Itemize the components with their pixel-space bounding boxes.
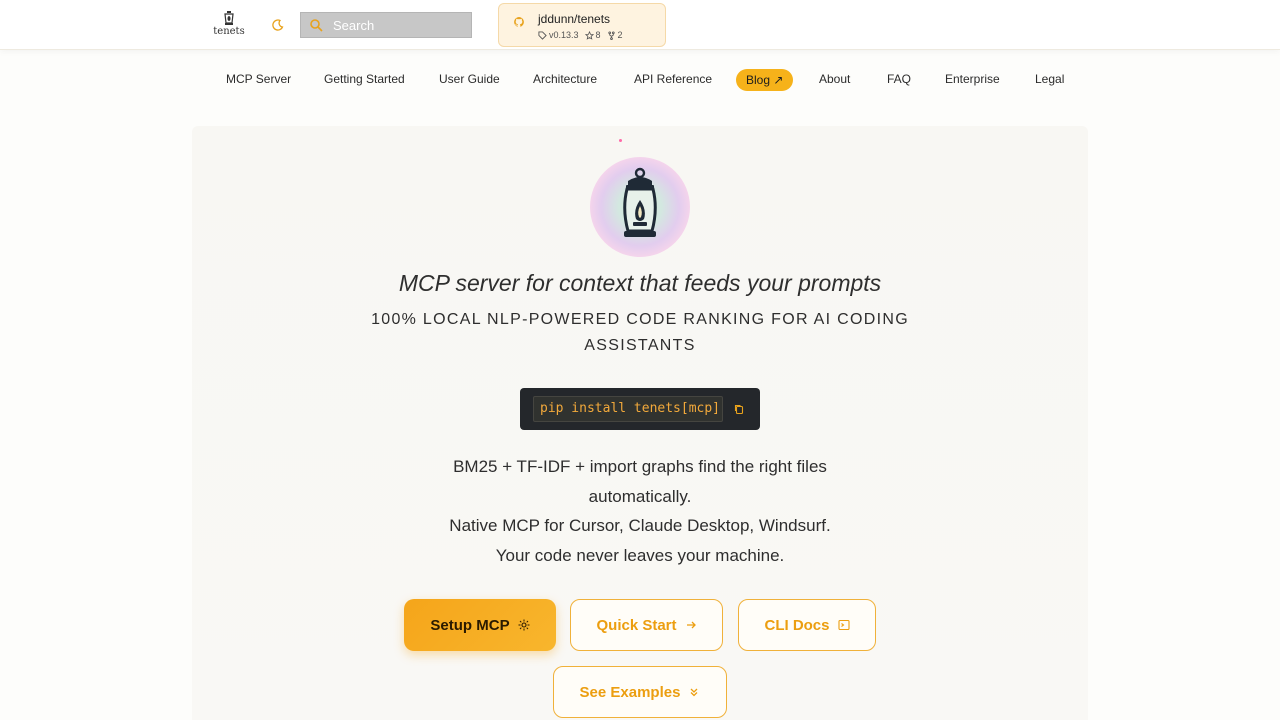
setup-mcp-button[interactable]: Setup MCP	[404, 599, 556, 651]
description-line: Your code never leaves your machine.	[495, 545, 785, 565]
github-icon	[514, 17, 524, 27]
theme-toggle-button[interactable]	[268, 15, 288, 35]
nav-item-about[interactable]: About	[819, 70, 850, 92]
search-input[interactable]	[333, 17, 463, 33]
hero-tagline: MCP server for context that feeds your p…	[398, 270, 882, 296]
repo-forks: 2	[607, 30, 623, 40]
site-logo[interactable]: tenets	[212, 10, 246, 40]
hero-description: BM25 + TF-IDF + import graphs find the r…	[400, 452, 880, 570]
quick-start-button[interactable]: Quick Start	[570, 599, 723, 651]
nav-item-blog[interactable]: Blog ↗	[736, 69, 794, 91]
nav-item-getting-started[interactable]: Getting Started	[324, 70, 405, 92]
hero-logo	[590, 157, 690, 257]
repo-version-text: v0.13.3	[549, 30, 579, 40]
arrow-right-icon	[686, 621, 696, 629]
terminal-icon	[837, 619, 850, 631]
copy-icon[interactable]	[733, 403, 745, 415]
quick-start-label: Quick Start	[596, 616, 677, 634]
cli-docs-button[interactable]: CLI Docs	[738, 599, 876, 651]
nav-item-architecture[interactable]: Architecture	[533, 70, 597, 92]
top-header: tenets jddunn/tenets v0.13.3 8	[0, 0, 1280, 50]
nav-item-legal[interactable]: Legal	[1035, 70, 1064, 92]
repo-forks-count: 2	[617, 30, 623, 40]
fork-icon	[607, 30, 615, 40]
repo-version: v0.13.3	[538, 30, 579, 40]
github-repo-link[interactable]: jddunn/tenets v0.13.3 8 2	[498, 3, 666, 47]
cli-docs-label: CLI Docs	[764, 616, 830, 634]
nav-item-enterprise[interactable]: Enterprise	[945, 70, 1000, 92]
main-nav: MCP Server Getting Started User Guide Ar…	[0, 64, 1280, 96]
hero-subtitle: 100% LOCAL NLP-POWERED CODE RANKING FOR …	[371, 311, 909, 354]
repo-stars: 8	[584, 30, 601, 40]
install-command-box: pip install tenets[mcp]	[520, 388, 760, 430]
description-line: Native MCP for Cursor, Claude Desktop, W…	[449, 516, 831, 535]
lantern-logo-icon	[224, 11, 234, 25]
repo-stars-count: 8	[595, 30, 601, 40]
nav-item-api-reference[interactable]: API Reference	[634, 70, 712, 92]
see-examples-button[interactable]: See Examples	[553, 666, 727, 718]
lantern-icon	[623, 167, 657, 237]
nav-item-user-guide[interactable]: User Guide	[439, 70, 500, 92]
nav-item-mcp-server[interactable]: MCP Server	[226, 70, 291, 92]
nav-item-faq[interactable]: FAQ	[887, 70, 911, 92]
repo-meta: v0.13.3 8 2	[538, 30, 623, 40]
moon-icon	[272, 19, 284, 31]
chevrons-down-icon	[690, 688, 698, 697]
star-icon	[584, 30, 594, 40]
sparkle-icon	[518, 619, 530, 631]
install-command[interactable]: pip install tenets[mcp]	[533, 396, 723, 422]
tag-icon	[538, 30, 547, 40]
search-box[interactable]	[300, 12, 472, 38]
setup-mcp-label: Setup MCP	[430, 616, 510, 634]
see-examples-label: See Examples	[579, 683, 681, 701]
decorative-dot	[619, 139, 622, 142]
description-line: BM25 + TF-IDF + import graphs find the r…	[453, 457, 827, 506]
repo-name: jddunn/tenets	[538, 12, 611, 26]
logo-text: tenets	[213, 26, 245, 37]
search-icon	[310, 19, 323, 32]
